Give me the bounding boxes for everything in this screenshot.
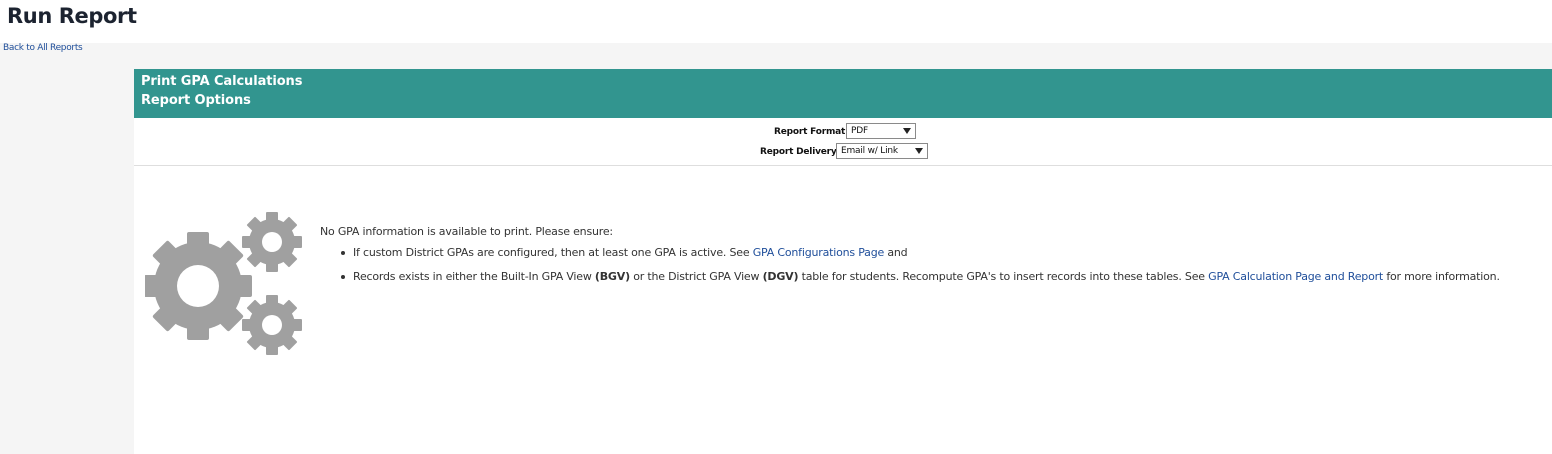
report-name: Print GPA Calculations xyxy=(141,74,303,89)
report-format-label: Report Format: xyxy=(774,127,849,137)
report-delivery-select[interactable]: Email w/ Link xyxy=(836,143,928,159)
report-format-select[interactable]: PDF xyxy=(846,123,916,139)
back-to-reports-link[interactable]: Back to All Reports xyxy=(3,43,83,53)
report-delivery-row: Report Delivery: Email w/ Link xyxy=(134,143,1552,163)
bullet-text: for more information. xyxy=(1383,270,1500,283)
list-item: If custom District GPAs are configured, … xyxy=(320,246,1545,259)
bullet-text: Records exists in either the Built-In GP… xyxy=(353,270,595,283)
section-title: Report Options xyxy=(141,93,251,108)
report-delivery-label: Report Delivery: xyxy=(760,147,840,157)
list-item: Records exists in either the Built-In GP… xyxy=(320,270,1545,283)
gpa-calculation-link[interactable]: GPA Calculation Page and Report xyxy=(1208,270,1383,283)
bullet-dot xyxy=(341,251,345,255)
chevron-down-icon xyxy=(903,128,911,134)
report-format-value: PDF xyxy=(851,126,868,136)
bullet-text: and xyxy=(884,246,908,259)
chevron-down-icon xyxy=(915,148,923,154)
divider xyxy=(134,165,1552,166)
bullet-text: table for students. Recompute GPA's to i… xyxy=(798,270,1209,283)
report-panel: Print GPA Calculations Report Options Re… xyxy=(134,69,1552,454)
bullet-dot xyxy=(341,275,345,279)
report-delivery-value: Email w/ Link xyxy=(841,146,898,156)
gears-icon xyxy=(145,212,302,355)
dgv-label: (DGV) xyxy=(762,270,799,283)
gpa-configurations-link[interactable]: GPA Configurations Page xyxy=(753,246,885,259)
message-bullets: If custom District GPAs are configured, … xyxy=(320,246,1545,283)
page-title: Run Report xyxy=(7,4,137,28)
bullet-text: or the District GPA View xyxy=(629,270,763,283)
bullet-text: If custom District GPAs are configured, … xyxy=(353,246,753,259)
no-gpa-message: No GPA information is available to print… xyxy=(320,225,1545,294)
bgv-label: (BGV) xyxy=(594,270,630,283)
message-intro: No GPA information is available to print… xyxy=(320,225,613,238)
report-format-row: Report Format: PDF xyxy=(134,123,1552,143)
panel-header: Print GPA Calculations Report Options xyxy=(134,69,1552,118)
